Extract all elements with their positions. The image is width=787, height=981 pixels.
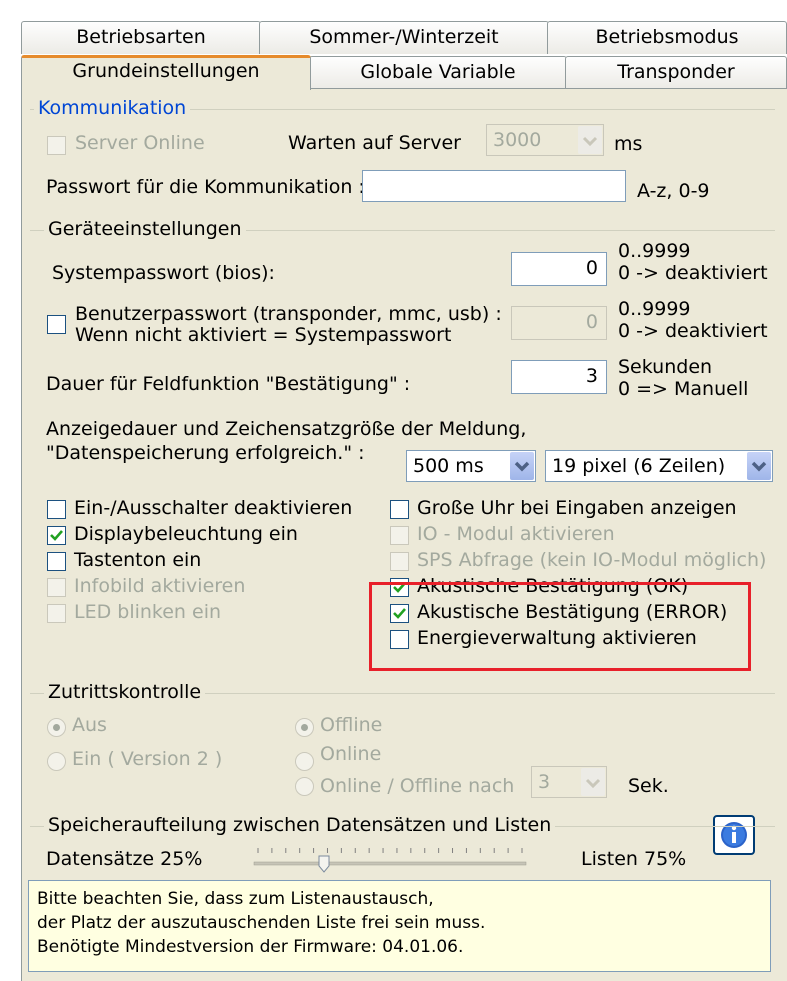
radio-offline[interactable] [295, 718, 314, 737]
zeichensatz-select[interactable]: 19 pixel (6 Zeilen) [545, 450, 773, 482]
group-title-zutrittskontrolle: Zutrittskontrolle [44, 681, 206, 703]
checkbox-label-left-3: Infobild aktivieren [74, 575, 246, 597]
systempasswort-label: Systempasswort (bios): [52, 262, 275, 284]
nach-select[interactable]: 3 [531, 766, 607, 798]
radio-offline-label: Offline [320, 714, 383, 736]
dauer-label: Dauer für Feldfunktion "Bestätigung" : [46, 373, 411, 395]
radio-online-offline-label: Online / Offline nach [320, 775, 515, 797]
highlight-frame [369, 582, 751, 671]
checkbox-label-right-0: Große Uhr bei Eingaben anzeigen [417, 497, 737, 519]
chevron-down-icon[interactable] [747, 452, 771, 480]
checkbox-label-left-4: LED blinken ein [74, 601, 222, 623]
benutzerpasswort-input[interactable]: 0 [511, 306, 607, 340]
range-hint-1b: 0 -> deaktiviert [618, 262, 768, 284]
sekunden-hint: Sekunden [618, 356, 713, 378]
checkbox-right-0[interactable] [390, 500, 409, 519]
tab-sommer-winterzeit[interactable]: Sommer-/Winterzeit [259, 21, 549, 54]
group-title-kommunikation: Kommunikation [34, 97, 191, 119]
server-online-checkbox[interactable] [47, 136, 66, 155]
radio-online-offline[interactable] [295, 777, 314, 796]
info-button[interactable] [713, 815, 755, 855]
zeichensatz-value: 19 pixel (6 Zeilen) [552, 455, 726, 477]
warten-select[interactable]: 3000 [486, 124, 604, 156]
group-title-geraeteeinstellungen: Geräteeinstellungen [44, 218, 246, 240]
anzeigedauer-label-1: Anzeigedauer und Zeichensatzgröße der Me… [46, 418, 527, 440]
manuell-hint: 0 => Manuell [618, 378, 749, 400]
range-hint-2b: 0 -> deaktiviert [618, 320, 768, 342]
tab-betriebsarten[interactable]: Betriebsarten [21, 21, 261, 54]
checkbox-label-left-1: Displaybeleuchtung ein [74, 523, 298, 545]
benutzerpasswort-checkbox[interactable] [47, 315, 66, 334]
note-line-1: Bitte beachten Sie, dass zum Listenausta… [37, 889, 434, 909]
warten-value: 3000 [493, 129, 542, 151]
passwort-hint: A-z, 0-9 [637, 180, 710, 202]
group-title-speicheraufteilung: Speicheraufteilung zwischen Datensätzen … [44, 814, 556, 836]
anzeigedauer-label-2: "Datenspeicherung erfolgreich." : [46, 442, 365, 464]
tab-grundeinstellungen[interactable]: Grundeinstellungen [21, 55, 311, 90]
speicher-slider[interactable] [250, 842, 530, 876]
chevron-down-icon[interactable] [578, 126, 602, 154]
note-line-2: der Platz der auszutauschenden Liste fre… [37, 913, 486, 933]
note-line-3: Benötigte Mindestversion der Firmware: 0… [37, 937, 464, 957]
checkbox-label-right-2: SPS Abfrage (kein IO-Modul möglich) [417, 549, 767, 571]
chevron-down-icon[interactable] [581, 768, 605, 796]
anzeigedauer-value: 500 ms [413, 455, 484, 477]
radio-ein-label: Ein ( Version 2 ) [72, 748, 223, 770]
warten-label: Warten auf Server [288, 132, 461, 154]
checkbox-left-1[interactable] [47, 526, 66, 545]
anzeigedauer-select[interactable]: 500 ms [406, 450, 536, 482]
range-hint-1a: 0..9999 [618, 240, 691, 262]
nach-value: 3 [538, 771, 551, 793]
radio-online-label: Online [320, 743, 382, 765]
checkbox-right-2[interactable] [390, 552, 409, 571]
tab-betriebsmodus[interactable]: Betriebsmodus [547, 21, 787, 54]
checkbox-left-4[interactable] [47, 604, 66, 623]
radio-online[interactable] [295, 752, 314, 771]
checkbox-label-left-2: Tastenton ein [74, 549, 202, 571]
server-online-label: Server Online [75, 132, 205, 154]
info-icon [721, 822, 747, 848]
tab-globale-variable[interactable]: Globale Variable [309, 56, 567, 89]
checkbox-left-2[interactable] [47, 552, 66, 571]
dauer-input[interactable]: 3 [511, 360, 607, 394]
sek-unit: Sek. [628, 775, 669, 797]
checkbox-left-3[interactable] [47, 578, 66, 597]
ms-unit: ms [614, 133, 643, 155]
listen-label: Listen 75% [581, 848, 687, 870]
datensaetze-label: Datensätze 25% [46, 848, 203, 870]
chevron-down-icon[interactable] [510, 452, 534, 480]
info-note: Bitte beachten Sie, dass zum Listenausta… [28, 880, 771, 972]
range-hint-2a: 0..9999 [618, 298, 691, 320]
checkbox-left-0[interactable] [47, 500, 66, 519]
passwort-input[interactable] [362, 170, 626, 202]
checkbox-label-right-1: IO - Modul aktivieren [417, 523, 615, 545]
radio-ein[interactable] [47, 752, 66, 771]
benutzerpasswort-label-1: Benutzerpasswort (transponder, mmc, usb)… [75, 303, 502, 325]
systempasswort-input[interactable]: 0 [511, 252, 607, 286]
checkbox-right-1[interactable] [390, 526, 409, 545]
radio-aus-label: Aus [72, 714, 107, 736]
checkbox-label-left-0: Ein-/Ausschalter deaktivieren [74, 497, 353, 519]
passwort-label: Passwort für die Kommunikation : [46, 176, 365, 198]
tab-transponder[interactable]: Transponder [565, 56, 787, 89]
benutzerpasswort-label-2: Wenn nicht aktiviert = Systempasswort [75, 324, 452, 346]
radio-aus[interactable] [47, 718, 66, 737]
